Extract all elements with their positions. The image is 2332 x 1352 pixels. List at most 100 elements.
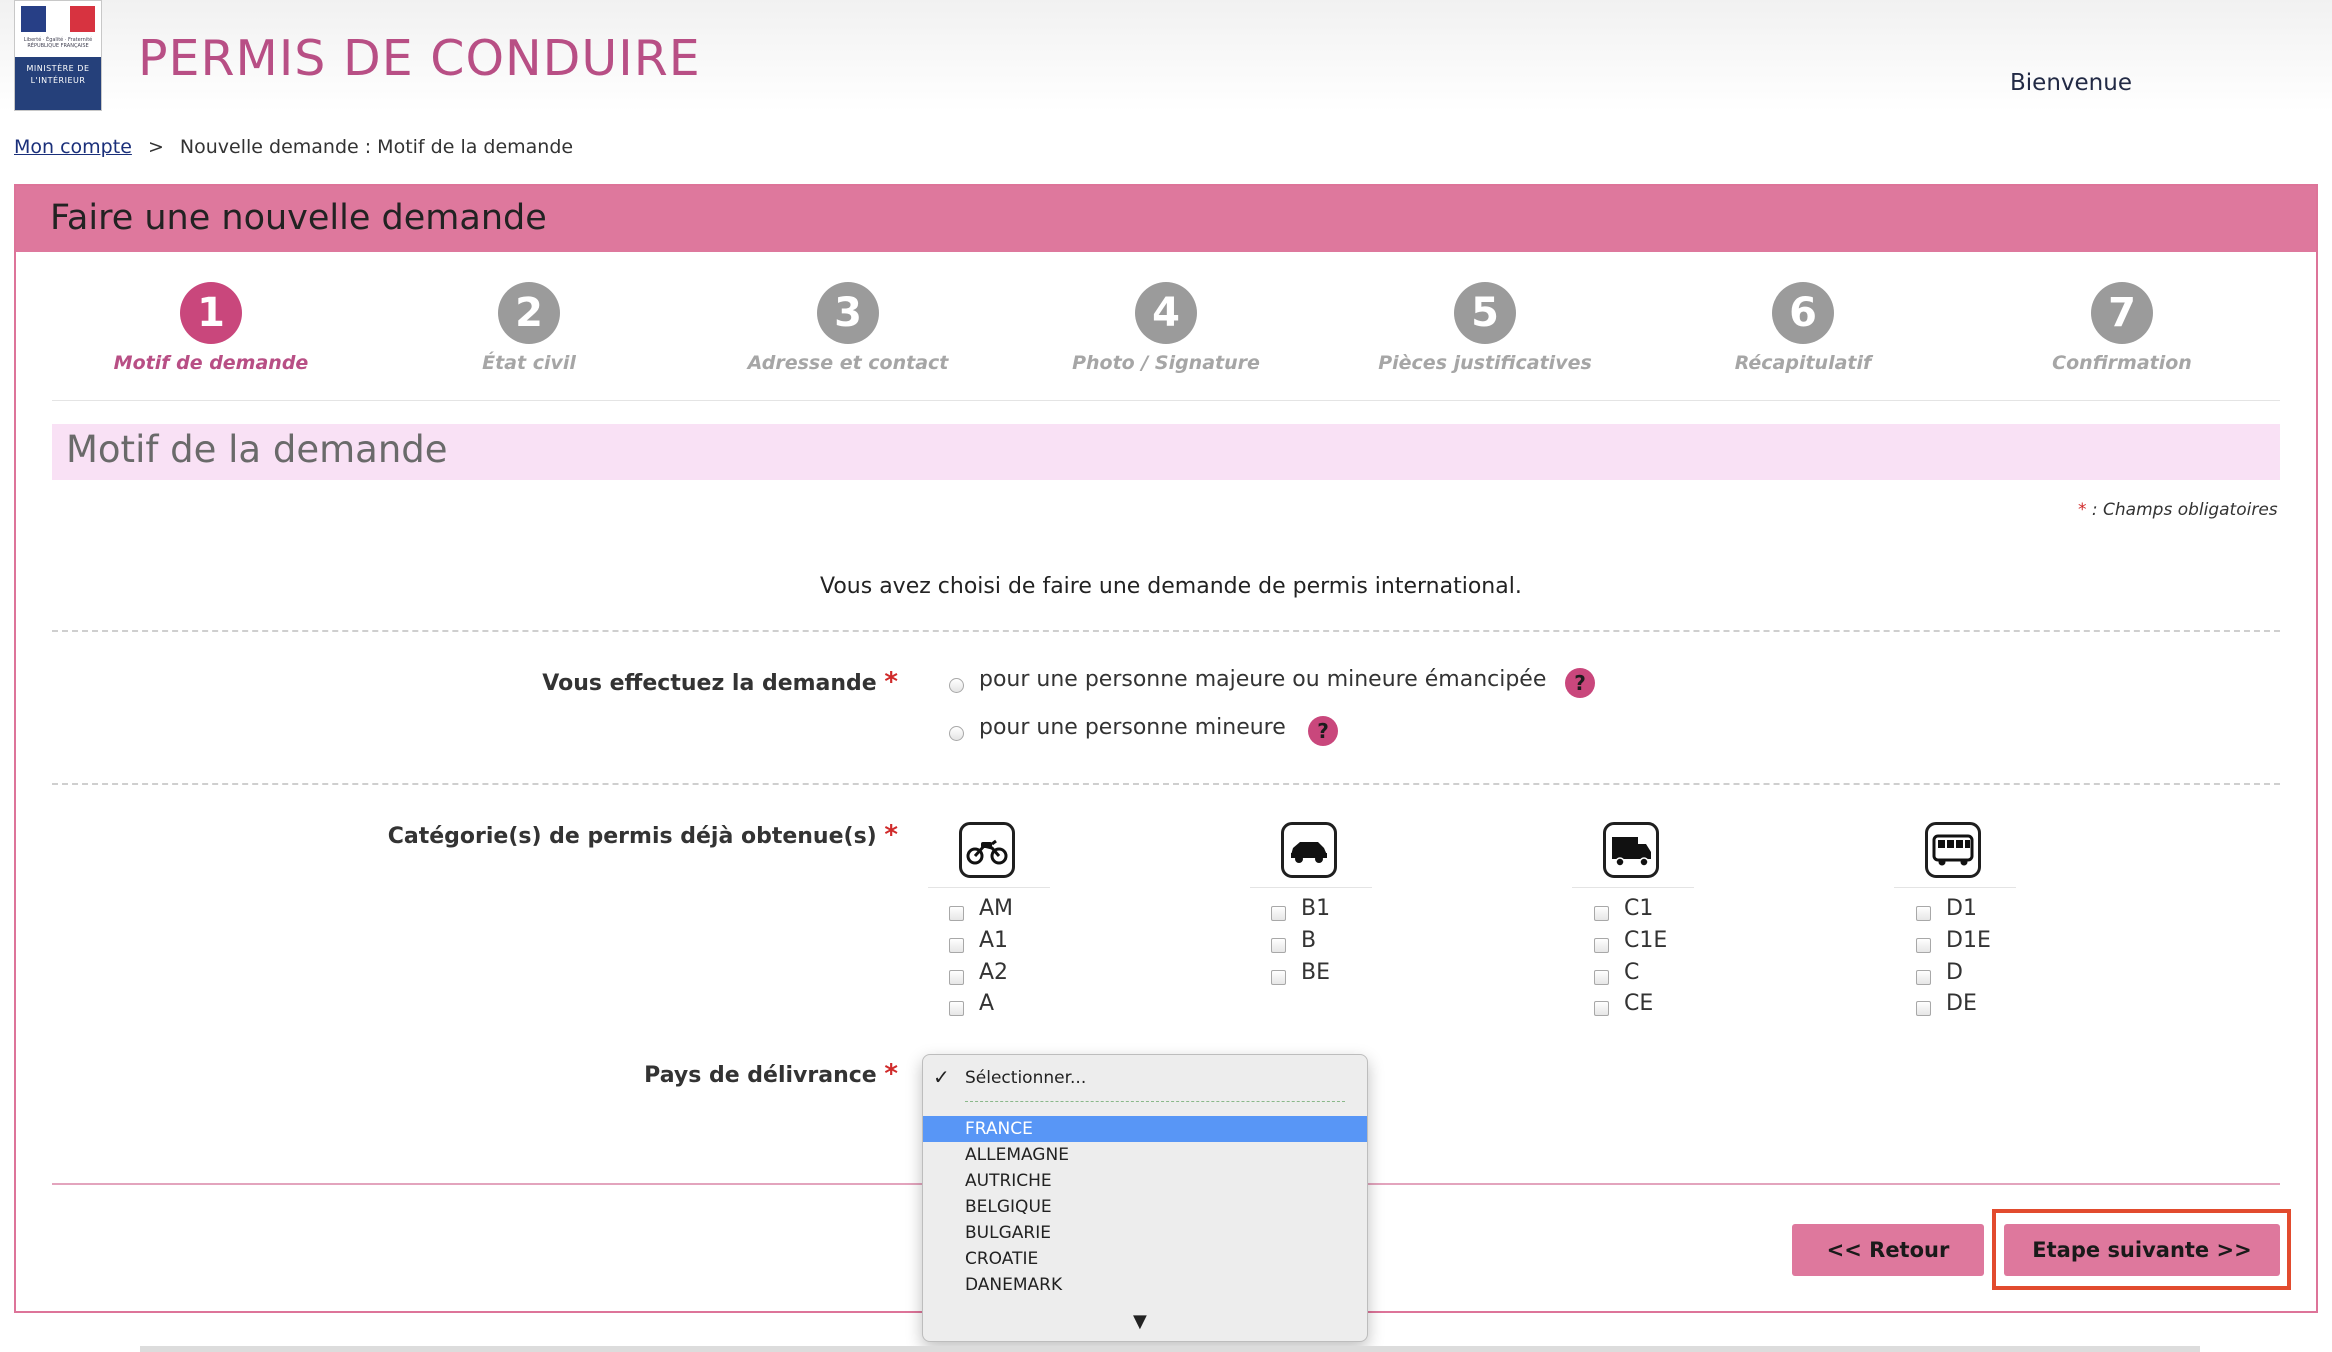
- checkbox-c[interactable]: [1594, 970, 1609, 985]
- request-for-label-text: Vous effectuez la demande: [542, 671, 877, 696]
- checkbox-be[interactable]: [1271, 970, 1286, 985]
- step-label: Récapitulatif: [1734, 352, 1872, 374]
- icon-underline: [1250, 887, 1372, 888]
- categories-label-text: Catégorie(s) de permis déjà obtenue(s): [387, 824, 877, 849]
- checkbox-c1[interactable]: [1594, 906, 1609, 921]
- country-label-text: Pays de délivrance: [644, 1063, 877, 1088]
- checkbox-label: C1: [1624, 896, 1654, 921]
- breadcrumb: Mon compte > Nouvelle demande : Motif de…: [14, 136, 573, 158]
- truck-icon: [1603, 822, 1659, 878]
- required-star: *: [884, 667, 898, 697]
- checkbox-label: A1: [979, 928, 1009, 953]
- step-number: 5: [1454, 282, 1516, 344]
- icon-underline: [1894, 887, 2016, 888]
- steps-divider: [52, 400, 2280, 401]
- panel-title: Faire une nouvelle demande: [50, 198, 547, 238]
- step-label: Photo / Signature: [1072, 352, 1260, 374]
- help-icon[interactable]: ?: [1308, 716, 1338, 746]
- divider: [52, 783, 2280, 785]
- checkbox-label: AM: [979, 896, 1014, 921]
- step-6: 6 Récapitulatif: [1653, 282, 1953, 374]
- step-label: Motif de demande: [113, 352, 309, 374]
- dropdown-option[interactable]: CROATIE: [923, 1246, 1367, 1272]
- step-label: Confirmation: [2052, 352, 2192, 374]
- help-icon[interactable]: ?: [1565, 668, 1595, 698]
- checkbox-a1[interactable]: [949, 938, 964, 953]
- checkbox-a[interactable]: [949, 1001, 964, 1016]
- breadcrumb-current: Nouvelle demande : Motif de la demande: [179, 136, 574, 158]
- app-title: PERMIS DE CONDUIRE: [138, 30, 701, 87]
- required-star: *: [884, 1059, 898, 1089]
- section-title: Motif de la demande: [66, 428, 448, 471]
- step-number: 3: [817, 282, 879, 344]
- country-dropdown[interactable]: ✓ Sélectionner... FRANCE ALLEMAGNE AUTRI…: [922, 1054, 1368, 1342]
- car-icon: [1281, 822, 1337, 878]
- step-number: 2: [498, 282, 560, 344]
- dropdown-separator: [965, 1101, 1345, 1102]
- scroll-down-arrow-icon[interactable]: ▼: [1133, 1311, 1147, 1332]
- dropdown-option[interactable]: ALLEMAGNE: [923, 1142, 1367, 1168]
- dropdown-option[interactable]: BULGARIE: [923, 1220, 1367, 1246]
- checkbox-a2[interactable]: [949, 970, 964, 985]
- dropdown-option[interactable]: DANEMARK: [923, 1272, 1367, 1298]
- required-star: *: [2078, 500, 2087, 520]
- checkbox-c1e[interactable]: [1594, 938, 1609, 953]
- bottom-shadow: [140, 1346, 2200, 1352]
- dropdown-option[interactable]: AUTRICHE: [923, 1168, 1367, 1194]
- french-flag-icon: [21, 6, 96, 32]
- mandatory-text: : Champs obligatoires: [2091, 500, 2278, 520]
- info-text: Vous avez choisi de faire une demande de…: [820, 574, 1522, 599]
- dropdown-option[interactable]: BELGIQUE: [923, 1194, 1367, 1220]
- highlight-box: [1992, 1209, 2291, 1290]
- step-number: 7: [2091, 282, 2153, 344]
- divider: [52, 630, 2280, 632]
- checkbox-label: C: [1624, 960, 1640, 985]
- request-for-label: Vous effectuez la demande *: [542, 667, 898, 697]
- step-label: État civil: [482, 352, 576, 374]
- welcome-text: Bienvenue: [2010, 70, 2132, 96]
- country-label: Pays de délivrance *: [644, 1059, 898, 1089]
- mandatory-note: * : Champs obligatoires: [2078, 500, 2278, 520]
- step-4: 4 Photo / Signature: [1016, 282, 1316, 374]
- checkbox-label: D1E: [1946, 928, 1991, 953]
- checkbox-label: B1: [1301, 896, 1331, 921]
- step-label: Adresse et contact: [747, 352, 949, 374]
- radio-minor[interactable]: [949, 726, 964, 741]
- logo-text: MINISTÈRE DE L'INTÉRIEUR: [15, 57, 101, 110]
- step-number: 4: [1135, 282, 1197, 344]
- checkbox-label: A: [979, 991, 995, 1016]
- dropdown-option[interactable]: FRANCE: [923, 1116, 1367, 1142]
- checkbox-label: CE: [1624, 991, 1654, 1016]
- breadcrumb-link-account[interactable]: Mon compte: [14, 136, 132, 158]
- checkbox-de[interactable]: [1916, 1001, 1931, 1016]
- step-number: 6: [1772, 282, 1834, 344]
- checkbox-d1[interactable]: [1916, 906, 1931, 921]
- bus-icon: [1925, 822, 1981, 878]
- checkbox-d[interactable]: [1916, 970, 1931, 985]
- checkbox-b[interactable]: [1271, 938, 1286, 953]
- back-button[interactable]: << Retour: [1792, 1224, 1984, 1276]
- checkbox-label: B: [1301, 928, 1317, 953]
- checkbox-am[interactable]: [949, 906, 964, 921]
- icon-underline: [1572, 887, 1694, 888]
- step-7: 7 Confirmation: [1972, 282, 2272, 374]
- step-number: 1: [180, 282, 242, 344]
- radio-adult[interactable]: [949, 678, 964, 693]
- checkbox-b1[interactable]: [1271, 906, 1286, 921]
- checkbox-d1e[interactable]: [1916, 938, 1931, 953]
- checkbox-label: A2: [979, 960, 1009, 985]
- checkbox-label: D: [1946, 960, 1963, 985]
- checkbox-label: C1E: [1624, 928, 1668, 953]
- dropdown-placeholder-option[interactable]: Sélectionner...: [923, 1065, 1367, 1091]
- ministry-logo[interactable]: Liberté · Égalité · Fraternité RÉPUBLIQU…: [14, 0, 102, 111]
- checkbox-ce[interactable]: [1594, 1001, 1609, 1016]
- radio-adult-label[interactable]: pour une personne majeure ou mineure éma…: [979, 667, 1546, 692]
- checkbox-label: DE: [1946, 991, 1977, 1016]
- step-5: 5 Pièces justificatives: [1335, 282, 1635, 374]
- logo-subtext: Liberté · Égalité · Fraternité RÉPUBLIQU…: [23, 37, 93, 49]
- icon-underline: [928, 887, 1050, 888]
- breadcrumb-separator: >: [147, 136, 164, 158]
- step-1: 1 Motif de demande: [61, 282, 361, 374]
- step-label: Pièces justificatives: [1378, 352, 1592, 374]
- radio-minor-label[interactable]: pour une personne mineure: [979, 715, 1286, 740]
